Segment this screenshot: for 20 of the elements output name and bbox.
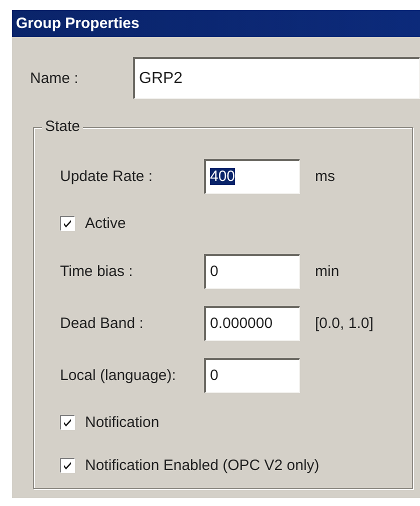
name-label: Name : <box>30 70 80 86</box>
input-field[interactable]: 400 <box>204 158 300 194</box>
checkbox[interactable] <box>60 458 75 473</box>
field-label: Local (language): <box>60 366 177 384</box>
input-field[interactable]: 0 <box>204 358 300 392</box>
field-label: Dead Band : <box>60 314 144 332</box>
checkbox[interactable] <box>60 415 75 430</box>
field-label: Time bias : <box>60 262 134 280</box>
checkbox-label: Active <box>85 215 126 232</box>
window-title: Group Properties <box>16 15 140 32</box>
unit-label: [0.0, 1.0] <box>315 314 374 332</box>
name-field[interactable]: GRP2 <box>133 57 420 99</box>
checkbox-label: Notification Enabled (OPC V2 only) <box>85 457 320 474</box>
unit-label: ms <box>315 168 335 184</box>
checkbox[interactable] <box>60 216 75 231</box>
field-label: Update Rate : <box>60 168 154 184</box>
input-field[interactable]: 0.000000 <box>204 306 300 340</box>
input-field[interactable]: 0 <box>204 254 300 288</box>
checkbox-label: Notification <box>85 414 160 431</box>
unit-label: min <box>315 262 340 280</box>
